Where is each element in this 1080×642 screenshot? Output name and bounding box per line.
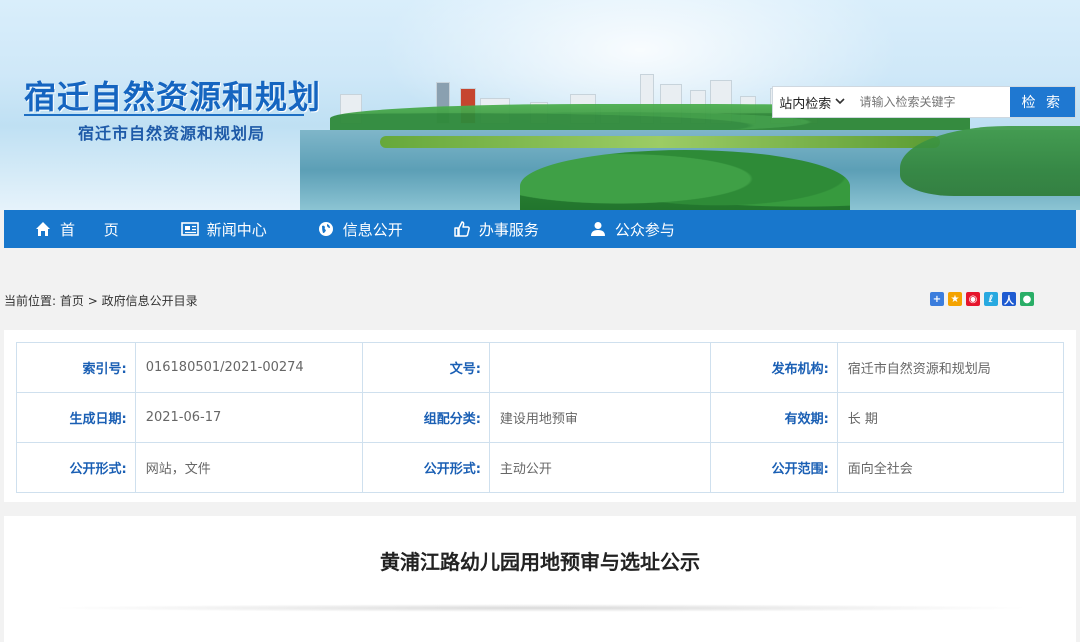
- meta-value: 宿迁市自然资源和规划局: [836, 342, 1065, 393]
- search-bar: 站内检索 检 索: [772, 86, 1076, 118]
- meta-value: [488, 342, 712, 393]
- breadcrumb-row: 当前位置: 首页 > 政府信息公开目录 + ★ ◉ ℓ 人 ●: [0, 290, 1080, 312]
- plus-share-icon[interactable]: +: [930, 292, 944, 306]
- nav-item-public-participation[interactable]: 公众参与: [589, 219, 675, 240]
- user-icon: [589, 220, 607, 238]
- home-icon: [34, 220, 52, 238]
- globe-icon: [317, 220, 335, 238]
- meta-value: 2021-06-17: [134, 392, 364, 443]
- site-title[interactable]: 宿迁自然资源和规划: [24, 72, 321, 118]
- tencent-weibo-icon[interactable]: ℓ: [984, 292, 998, 306]
- nav-item-label: 办事服务: [478, 220, 539, 239]
- site-subtitle: 宿迁市自然资源和规划局: [78, 124, 266, 143]
- breadcrumb-separator: >: [87, 294, 98, 308]
- title-divider: [44, 604, 1036, 612]
- meta-value: 面向全社会: [836, 442, 1065, 493]
- nav-item-label: 公众参与: [614, 220, 675, 239]
- nav-item-info-disclosure[interactable]: 信息公开: [317, 219, 403, 240]
- meta-key: 发布机构:: [710, 342, 838, 393]
- article-title: 黄浦江路幼儿园用地预审与选址公示: [380, 550, 700, 574]
- nav-item-label: 新闻中心: [206, 220, 267, 239]
- meta-key: 公开范围:: [710, 442, 838, 493]
- nav-item-home[interactable]: 首 页: [34, 219, 131, 240]
- meta-key: 生成日期:: [16, 392, 136, 443]
- meta-key: 公开形式:: [16, 442, 136, 493]
- info-card: 索引号: 016180501/2021-00274 文号: 发布机构: 宿迁市自…: [4, 330, 1076, 502]
- table-row: 公开形式: 网站，文件 公开形式: 主动公开 公开范围: 面向全社会: [16, 442, 1065, 493]
- breadcrumb: 当前位置: 首页 > 政府信息公开目录: [4, 292, 198, 309]
- thumbs-up-icon: [453, 220, 471, 238]
- table-row: 生成日期: 2021-06-17 组配分类: 建设用地预审 有效期: 长 期: [16, 392, 1065, 443]
- meta-key: 公开形式:: [362, 442, 490, 493]
- search-button[interactable]: 检 索: [1009, 87, 1075, 117]
- chevron-down-icon: [835, 97, 845, 108]
- breadcrumb-prefix: 当前位置:: [4, 294, 57, 308]
- meta-value: 长 期: [836, 392, 1065, 443]
- banner-shore: [380, 136, 940, 148]
- table-row: 索引号: 016180501/2021-00274 文号: 发布机构: 宿迁市自…: [16, 342, 1065, 393]
- share-toolbar: + ★ ◉ ℓ 人 ●: [930, 292, 1034, 307]
- search-input[interactable]: [851, 87, 1010, 117]
- title-underline: [24, 114, 304, 116]
- meta-value: 建设用地预审: [488, 392, 712, 443]
- nav-item-services[interactable]: 办事服务: [453, 219, 539, 240]
- meta-key: 有效期:: [710, 392, 838, 443]
- search-scope-select[interactable]: 站内检索: [773, 87, 852, 117]
- wechat-icon[interactable]: ●: [1020, 292, 1034, 306]
- meta-key: 索引号:: [16, 342, 136, 393]
- breadcrumb-current-link[interactable]: 政府信息公开目录: [102, 294, 198, 308]
- newspaper-icon: [180, 220, 199, 238]
- qzone-icon[interactable]: ★: [948, 292, 962, 306]
- meta-key: 组配分类:: [362, 392, 490, 443]
- breadcrumb-home-link[interactable]: 首页: [60, 294, 84, 308]
- article-panel: 黄浦江路幼儿园用地预审与选址公示: [4, 516, 1076, 642]
- meta-value: 网站，文件: [134, 442, 364, 493]
- search-scope-label: 站内检索: [779, 96, 832, 112]
- metadata-table: 索引号: 016180501/2021-00274 文号: 发布机构: 宿迁市自…: [16, 342, 1065, 493]
- meta-value: 主动公开: [488, 442, 712, 493]
- meta-key: 文号:: [362, 342, 490, 393]
- meta-value: 016180501/2021-00274: [134, 342, 364, 393]
- renren-icon[interactable]: 人: [1002, 292, 1016, 307]
- main-nav: 首 页 新闻中心 信息公开 办事服务 公众参与: [4, 210, 1076, 248]
- nav-item-label: 信息公开: [342, 220, 403, 239]
- weibo-icon[interactable]: ◉: [966, 292, 980, 306]
- nav-item-label: 首 页: [60, 220, 131, 239]
- nav-item-news[interactable]: 新闻中心: [180, 219, 267, 240]
